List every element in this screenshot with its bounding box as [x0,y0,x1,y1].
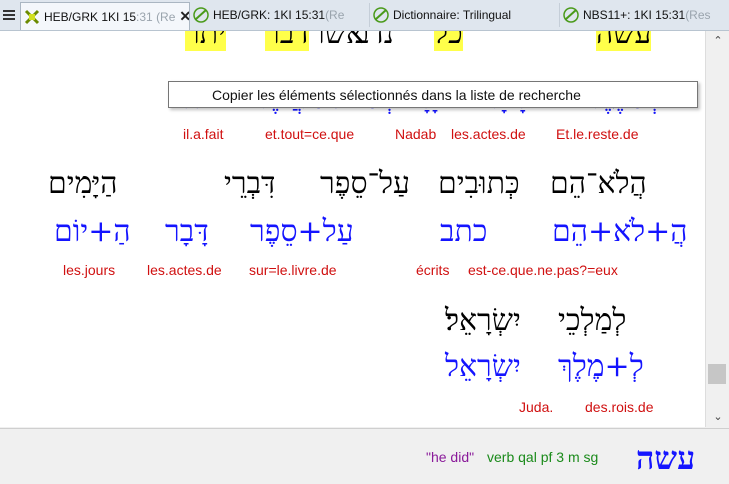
green-check-icon [373,7,389,23]
close-tab-icon[interactable]: ✕ [179,8,189,25]
hebrew-word[interactable]: הַיָּמִים [48,169,118,199]
gloss: des.rois.de [585,399,654,415]
status-bar: "he did" verb qal pf 3 m sg עשה [0,428,729,484]
tab-bar: HEB/GRK 1KI 15:31 (Re ✕ HEB/GRK: 1KI 15:… [0,0,729,31]
hebrew-grid-icon [24,9,40,24]
tab-label-faded: (Res [685,8,711,22]
gloss: il.a.fait [183,126,224,142]
tab-label: HEB/GRK: 1KI 15:31 [213,8,326,22]
gloss: les.jours [63,262,116,278]
gloss: les.actes.de [451,126,526,142]
lemma[interactable]: דָּבָר [165,217,209,247]
vertical-scrollbar[interactable]: ⌃ ⌄ [705,31,729,427]
tab-label-faded: :31 (Re [136,9,176,24]
hebrew-word[interactable]: דִּבְרֵי [224,169,276,199]
lemma[interactable]: הַ+יוֹם [54,217,131,247]
hamburger-menu-icon[interactable] [3,0,17,30]
interlinear-pane: עשה יתר דבר נדב כל אשר וְ+יֶתֶר דָּבָר נ… [0,31,705,427]
hebrew-word[interactable]: עַל־סֵפֶר [320,169,410,199]
hebrew-word[interactable]: דבר [265,31,309,51]
scroll-up-icon[interactable]: ⌃ [706,31,729,51]
lemma[interactable]: לְ+מֶלֶךְ [558,352,644,382]
tab-heb-grk-1[interactable]: HEB/GRK 1KI 15:31 (Re ✕ [20,2,190,30]
gloss: Nadab [395,126,437,142]
gloss: écrits [416,262,450,278]
gloss: Et.le.reste.de [556,126,639,142]
tab-label: NBS11+: 1KI 15:31 [583,8,686,22]
hebrew-word[interactable]: כל [434,31,463,51]
tab-label: HEB/GRK 1KI 15 [44,9,137,24]
tab-label-faded: (Re [325,8,345,22]
hebrew-word[interactable]: כְּתוּבִים [438,169,520,199]
gloss: et.tout=ce.que [265,126,355,142]
status-gloss: "he did" [426,449,475,465]
hebrew-word[interactable]: אשר [310,31,364,49]
status-hebrew-word: עשה [636,439,696,477]
gloss: les.actes.de [147,262,222,278]
hebrew-word[interactable]: הֲלֹא־הֵם [550,169,647,199]
hebrew-word[interactable]: עשה [596,31,652,51]
lemma[interactable]: יִשְׂרָאֵל [445,352,521,382]
scroll-thumb[interactable] [708,364,726,384]
tooltip: Copier les éléments sélectionnés dans la… [168,81,698,108]
tab-dictionnaire[interactable]: Dictionnaire: Trilingual [370,3,560,27]
gloss: est-ce.que.ne.pas?=eux [468,262,618,278]
lemma[interactable]: עַל+סֵפֶר [250,217,354,247]
green-check-icon [563,7,579,23]
gloss: sur=le.livre.de [249,262,337,278]
tab-label: Dictionnaire: Trilingual [393,8,512,22]
hebrew-word[interactable]: יִשְׂרָאֵל׃ [445,306,521,336]
hebrew-word[interactable]: לְמַלְכֵי [558,306,626,336]
tab-nbs11[interactable]: NBS11+: 1KI 15:31 (Res [560,3,728,27]
tab-heb-grk-2[interactable]: HEB/GRK: 1KI 15:31 (Re [190,3,370,27]
lemma[interactable]: כתב [440,217,487,247]
gloss: Juda. [519,399,554,415]
scroll-down-icon[interactable]: ⌄ [706,407,729,427]
green-check-icon [193,7,209,23]
hebrew-word[interactable]: יתר [185,31,226,51]
status-morphology: verb qal pf 3 m sg [487,449,599,465]
lemma[interactable]: הֲ+לֹא+הֵם [552,217,688,247]
